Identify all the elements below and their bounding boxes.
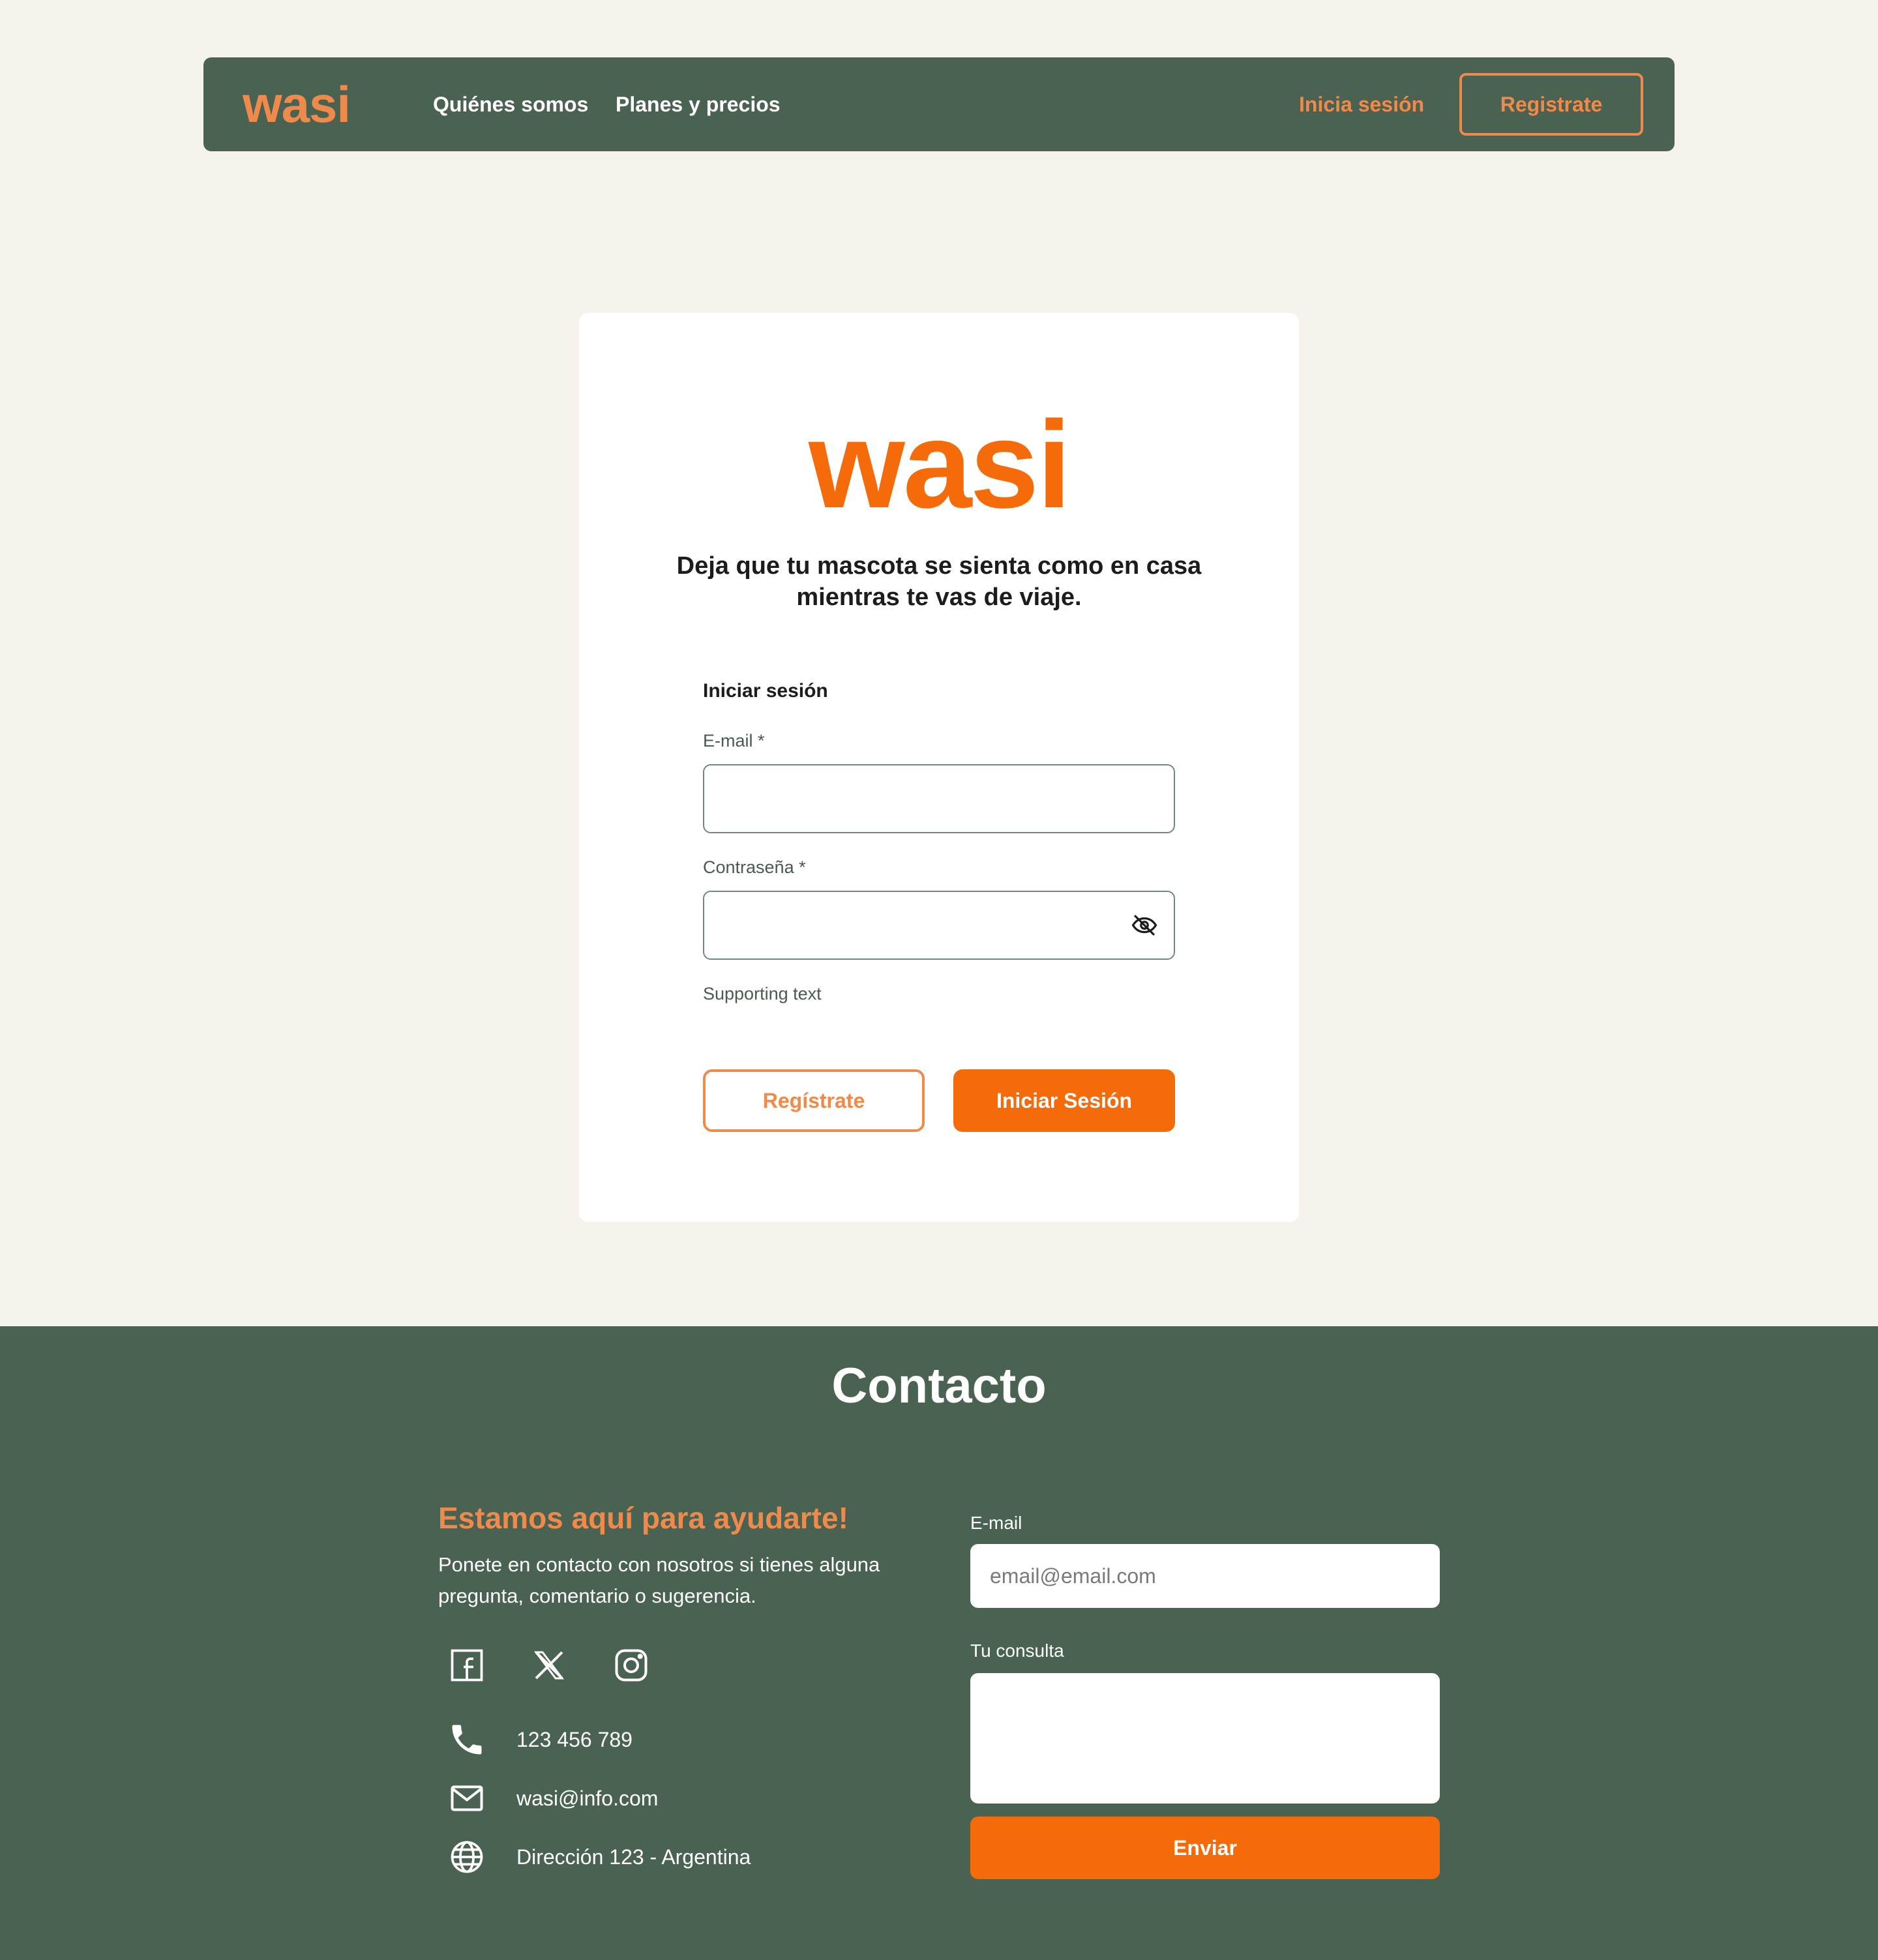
query-textarea[interactable] — [970, 1673, 1440, 1804]
contact-email: wasi@info.com — [516, 1787, 659, 1810]
card-logo: wasi — [809, 396, 1071, 534]
help-title: Estamos aquí para ayudarte! — [438, 1501, 848, 1535]
register-button[interactable]: Regístrate — [703, 1069, 925, 1132]
contact-email-input[interactable] — [970, 1544, 1440, 1608]
tagline: Deja que tu mascota se sienta como en ca… — [676, 552, 1202, 611]
help-text: Ponete en contacto con nosotros si tiene… — [438, 1553, 880, 1607]
nav-link-plans[interactable]: Planes y precios — [616, 90, 781, 119]
nav-link-about[interactable]: Quiénes somos — [433, 90, 588, 119]
email-field[interactable] — [703, 764, 1175, 833]
mail-icon — [447, 1779, 486, 1818]
x-icon[interactable] — [529, 1646, 569, 1685]
footer-title: Contacto — [831, 1358, 1047, 1414]
query-label: Tu consulta — [970, 1641, 1064, 1661]
supporting-text: Supporting text — [703, 984, 822, 1003]
login-card: wasi Deja que tu mascota se sienta como … — [579, 313, 1299, 1222]
form-title: Iniciar sesión — [703, 680, 828, 702]
nav-login-link[interactable]: Inicia sesión — [1299, 90, 1424, 119]
phone-number: 123 456 789 — [516, 1728, 633, 1751]
globe-icon — [447, 1837, 486, 1877]
password-label: Contraseña * — [703, 857, 806, 877]
facebook-icon[interactable] — [447, 1646, 486, 1685]
navbar: wasi Quiénes somos Planes y precios Inic… — [203, 57, 1675, 151]
contact-footer: Contacto Estamos aquí para ayudarte! Pon… — [0, 1326, 1878, 1960]
email-label: E-mail * — [703, 731, 765, 750]
brand-logo[interactable]: wasi — [243, 79, 351, 132]
nav-register-button[interactable]: Registrate — [1459, 73, 1643, 136]
phone-icon — [447, 1720, 486, 1759]
instagram-icon[interactable] — [612, 1646, 651, 1685]
contact-email-label: E-mail — [970, 1513, 1022, 1533]
password-field[interactable] — [703, 891, 1175, 960]
eye-off-icon[interactable] — [1131, 912, 1158, 939]
login-button[interactable]: Iniciar Sesión — [953, 1069, 1175, 1132]
submit-button[interactable]: Enviar — [970, 1817, 1440, 1879]
contact-address: Dirección 123 - Argentina — [516, 1845, 751, 1869]
